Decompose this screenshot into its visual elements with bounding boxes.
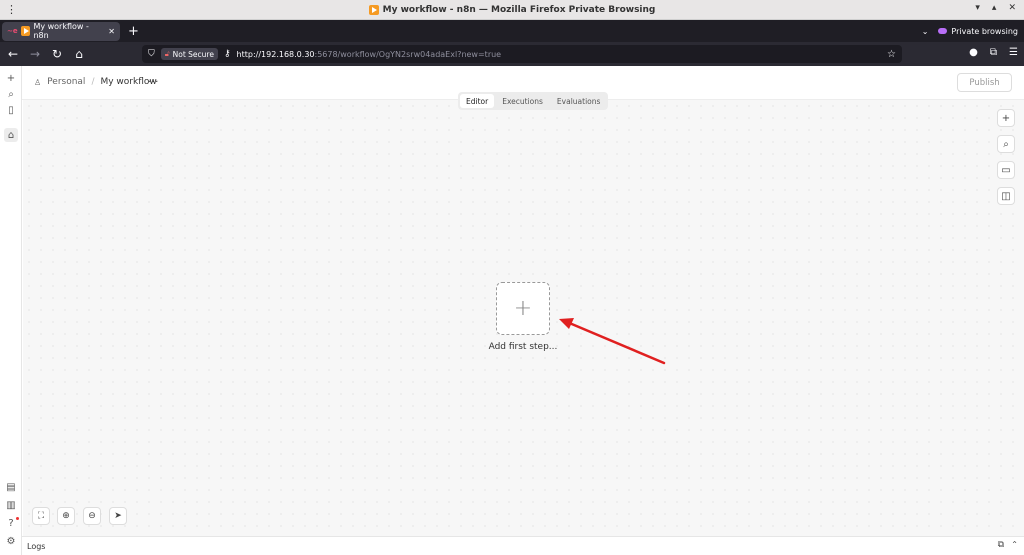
back-icon[interactable]: ← <box>2 47 24 61</box>
bookmark-star-icon[interactable]: ☆ <box>887 49 896 60</box>
pointer-tool-button[interactable]: ➤ <box>109 507 127 525</box>
browser-tabstrip: ~e My workflow - n8n ✕ + ⌄ Private brows… <box>0 20 1024 42</box>
settings-icon[interactable]: ⚙ <box>4 534 18 548</box>
n8n-logo-icon: ~e <box>7 27 18 35</box>
project-user-icon: ♙ <box>34 77 42 87</box>
private-mask-icon <box>938 28 948 34</box>
profile-icon[interactable]: ● <box>969 47 978 58</box>
browser-toolbar-right: ● ⧉ ☰ <box>969 47 1018 58</box>
search-icon[interactable]: ⌕ <box>4 87 18 101</box>
publish-button[interactable]: Publish <box>957 73 1012 92</box>
add-icon[interactable]: + <box>4 71 18 85</box>
logs-popout-icon[interactable]: ⧉ <box>998 540 1004 550</box>
window-title-text: My workflow - n8n — Mozilla Firefox Priv… <box>382 4 656 15</box>
n8n-app: + ⌕ ▯ ⌂ ▤ ▥ ? ⚙ ♙ Personal / My workflow… <box>0 66 1024 555</box>
logs-panel-bar[interactable]: Logs ⧉ ⌃ <box>22 536 1024 555</box>
logs-expand-icon[interactable]: ⌃ <box>1011 540 1018 549</box>
logs-label: Logs <box>27 541 46 551</box>
fit-view-button[interactable]: ⛶ <box>32 507 50 525</box>
key-icon[interactable]: ⚷ <box>224 49 231 59</box>
private-browsing-label: Private browsing <box>951 26 1018 36</box>
new-tab-button[interactable]: + <box>128 24 139 39</box>
app-menu-icon[interactable]: ☰ <box>1009 47 1018 58</box>
insights-icon[interactable]: ▥ <box>4 498 18 512</box>
close-tab-icon[interactable]: ✕ <box>108 27 115 36</box>
window-menu-icon[interactable]: ⋮ <box>6 3 17 16</box>
extensions-icon[interactable]: ⧉ <box>990 47 997 58</box>
not-secure-badge[interactable]: 🔓︎ Not Secure <box>160 48 218 60</box>
url-path: :5678/workflow/OgYN2srw04adaExl?new=true <box>314 49 502 59</box>
browser-tab[interactable]: ~e My workflow - n8n ✕ <box>2 21 120 41</box>
forward-icon[interactable]: → <box>24 47 46 61</box>
window-title: My workflow - n8n — Mozilla Firefox Priv… <box>368 4 656 15</box>
browser-navbar: ← → ↻ ⌂ ⛉ 🔓︎ Not Secure ⚷ http://192.168… <box>0 42 1024 66</box>
breadcrumb-project[interactable]: Personal <box>47 77 85 87</box>
home-nav-icon[interactable]: ⌂ <box>4 128 18 142</box>
zoom-in-button[interactable]: ⊕ <box>57 507 75 525</box>
workflow-canvas[interactable]: Editor Executions Evaluations + ⌕ ▭ ◫ + … <box>23 92 1024 536</box>
tab-favicon-icon <box>20 26 31 36</box>
breadcrumb-separator: / <box>91 77 95 87</box>
window-titlebar: ⋮ My workflow - n8n — Mozilla Firefox Pr… <box>0 0 1024 20</box>
url-host: http://192.168.0.30 <box>236 49 315 59</box>
help-icon[interactable]: ? <box>4 516 19 530</box>
shield-icon[interactable]: ⛉ <box>148 49 155 59</box>
tab-title: My workflow - n8n <box>33 22 89 40</box>
url-bar[interactable]: ⛉ 🔓︎ Not Secure ⚷ http://192.168.0.30:56… <box>142 45 902 63</box>
workflow-more-menu[interactable]: ··· <box>148 75 159 88</box>
not-secure-label: Not Secure <box>172 49 214 59</box>
insecure-lock-icon: 🔓︎ <box>164 49 170 58</box>
private-browsing-indicator: Private browsing <box>938 27 1018 36</box>
minimize-icon[interactable]: ▾ <box>975 3 980 13</box>
n8n-favicon-icon <box>368 4 379 15</box>
left-sidebar: + ⌕ ▯ ⌂ ▤ ▥ ? ⚙ <box>0 66 22 555</box>
help-icon-glyph: ? <box>8 517 14 529</box>
red-arrow-annotation <box>559 318 666 365</box>
home-icon[interactable]: ⌂ <box>68 47 90 61</box>
reload-icon[interactable]: ↻ <box>46 47 68 61</box>
window-controls: ▾ ▴ ✕ <box>975 3 1016 13</box>
panel-toggle-icon[interactable]: ▯ <box>4 103 18 117</box>
templates-icon[interactable]: ▤ <box>4 480 18 494</box>
maximize-icon[interactable]: ▴ <box>992 3 997 13</box>
zoom-out-button[interactable]: ⊖ <box>83 507 101 525</box>
notification-dot <box>16 517 19 520</box>
breadcrumb: ♙ Personal / My workflow <box>34 77 157 87</box>
close-window-icon[interactable]: ✕ <box>1008 3 1016 13</box>
list-all-tabs-icon[interactable]: ⌄ <box>922 27 929 36</box>
